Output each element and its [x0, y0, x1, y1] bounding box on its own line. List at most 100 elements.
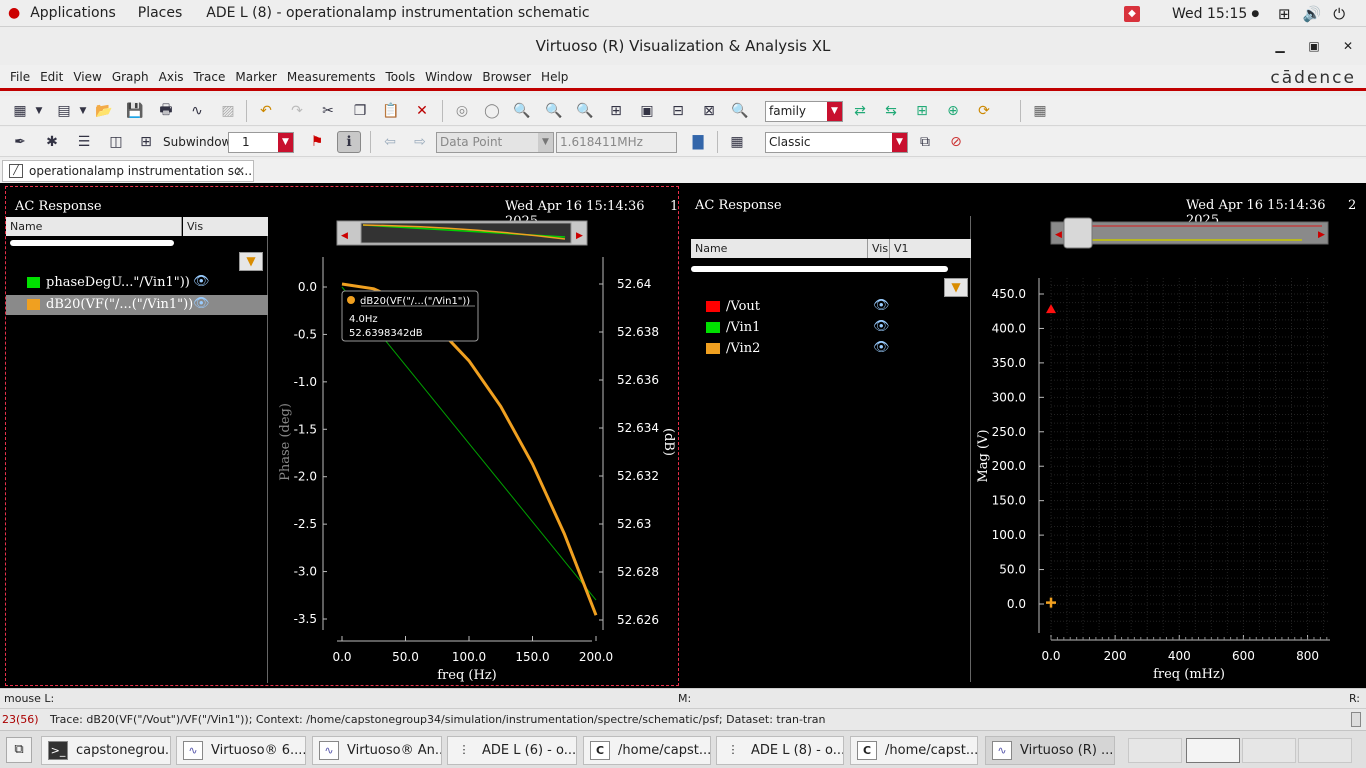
delete-icon[interactable]: ✕: [410, 100, 434, 122]
info-icon[interactable]: ℹ: [337, 131, 361, 153]
volume-icon[interactable]: 🔊: [1303, 5, 1322, 23]
workspace-2[interactable]: [1186, 738, 1240, 763]
calculator-disabled-icon[interactable]: ▨: [216, 100, 240, 122]
tab-schematic[interactable]: ╱ operationalamp instrumentation sc... ✕: [2, 160, 254, 182]
subwindow-icon[interactable]: ▤: [52, 100, 76, 122]
copy-icon[interactable]: ❐: [348, 100, 372, 122]
marker-next-icon[interactable]: ⇨: [408, 131, 432, 153]
legend-row[interactable]: /Vout 👁: [686, 297, 971, 317]
marker-prev-icon[interactable]: ⇦: [378, 131, 402, 153]
family-chart-icon[interactable]: ⊞: [910, 100, 934, 122]
style-apply-icon[interactable]: ⧉: [913, 131, 937, 153]
menu-browser[interactable]: Browser: [482, 70, 531, 84]
menu-axis[interactable]: Axis: [159, 70, 184, 84]
zoom-box-icon[interactable]: ▣: [635, 100, 659, 122]
close-window-button[interactable]: ✕: [1335, 27, 1361, 65]
zoom-fit-icon[interactable]: ◯: [480, 100, 504, 122]
marker-tooltip[interactable]: dB20(VF("/...("/Vin1")) 4.0Hz 52.6398342…: [341, 290, 479, 342]
visible-eye-icon[interactable]: 👁: [193, 274, 210, 289]
pointer-icon[interactable]: ✒: [8, 131, 32, 153]
strip-icon[interactable]: ✱: [40, 131, 64, 153]
legend-header-vis[interactable]: Vis: [183, 217, 268, 236]
network-icon[interactable]: ⊞: [1278, 5, 1291, 23]
marker-value-field[interactable]: 1.618411MHz: [556, 132, 677, 153]
legend-header-vis[interactable]: Vis: [868, 239, 890, 258]
legend-header-v1[interactable]: V1: [890, 239, 971, 258]
zoom-xy-icon[interactable]: ⊠: [697, 100, 721, 122]
graph-1[interactable]: ◀ ▶ 0.0 -0.5 -1.0 -1.5 -2.0 -2.5 -3.0 -3.5 52.64…: [269, 217, 679, 687]
menu-measurements[interactable]: Measurements: [287, 70, 376, 84]
save-icon[interactable]: 💾: [123, 100, 147, 122]
bar-chart-icon[interactable]: ▇: [686, 131, 710, 153]
subwindow-grid-icon[interactable]: ⊞: [134, 131, 158, 153]
menu-tools[interactable]: Tools: [386, 70, 416, 84]
menu-marker[interactable]: Marker: [235, 70, 276, 84]
task-ade-l-8[interactable]: ⋮ ADE L (8) - o...: [716, 736, 844, 765]
zoom-disabled-icon[interactable]: 🔍: [728, 100, 752, 122]
open-folder-icon[interactable]: 📂: [92, 100, 116, 122]
subwindow-1[interactable]: AC Response Wed Apr 16 15:14:36 2025 1 N…: [5, 186, 679, 686]
workspace-3[interactable]: [1242, 738, 1296, 763]
visible-eye-icon[interactable]: 👁: [193, 296, 210, 311]
family-select[interactable]: family ▼: [765, 101, 843, 122]
menu-edit[interactable]: Edit: [40, 70, 63, 84]
calculator-icon[interactable]: ▦: [725, 131, 749, 153]
redo-icon[interactable]: ↷: [285, 100, 309, 122]
overview-slider[interactable]: ◀ ▶: [336, 220, 588, 246]
split-icon[interactable]: ◫: [104, 131, 128, 153]
cut-icon[interactable]: ✂: [316, 100, 340, 122]
marker-mode-select[interactable]: Data Point ▼: [436, 132, 554, 153]
tab-close-icon[interactable]: ✕: [235, 161, 245, 181]
legend-header-name[interactable]: Name: [691, 239, 868, 258]
slider-right-icon[interactable]: ▶: [1318, 230, 1325, 240]
stack-icon[interactable]: ☰: [72, 131, 96, 153]
style-select[interactable]: Classic ▼: [765, 132, 908, 153]
minimize-button[interactable]: ▁: [1267, 27, 1293, 65]
visible-eye-icon[interactable]: 👁: [873, 340, 890, 355]
overview-slider[interactable]: ◀ ▶: [1050, 217, 1329, 249]
places-menu[interactable]: Places: [138, 5, 183, 21]
power-icon[interactable]: ⏻: [1333, 5, 1345, 23]
visible-eye-icon[interactable]: 👁: [873, 319, 890, 334]
task-terminal[interactable]: >_ capstonegrou...: [41, 736, 171, 765]
legend-row-selected[interactable]: dB20(VF("/...("/Vin1")) 👁: [6, 295, 268, 315]
task-home-1[interactable]: C/home/capst...: [583, 736, 711, 765]
task-virtuoso-6[interactable]: ∿ Virtuoso® 6....: [176, 736, 306, 765]
menu-view[interactable]: View: [73, 70, 101, 84]
visible-eye-icon[interactable]: 👁: [873, 298, 890, 313]
legend-header-name[interactable]: Name: [6, 217, 182, 236]
zoom-out-icon[interactable]: 🔍: [573, 100, 597, 122]
print-icon[interactable]: 🖶: [154, 100, 178, 122]
message-scrollbar[interactable]: [1351, 712, 1361, 727]
waveform-icon[interactable]: ∿: [185, 100, 209, 122]
menu-graph[interactable]: Graph: [112, 70, 149, 84]
filter-icon[interactable]: ▼: [944, 278, 968, 297]
family-plot-icon[interactable]: ⇄: [848, 100, 872, 122]
legend-filter-bar[interactable]: [10, 240, 174, 246]
subwindow-dropdown-icon[interactable]: ▼: [76, 100, 90, 122]
flag-icon[interactable]: ⚑: [305, 131, 329, 153]
zoom-y-icon[interactable]: ⊟: [666, 100, 690, 122]
subwindow-select[interactable]: 1 ▼: [228, 132, 294, 153]
zoom-icon[interactable]: 🔍: [510, 100, 534, 122]
task-virtuoso-an[interactable]: ∿ Virtuoso® An...: [312, 736, 442, 765]
workspace-1[interactable]: [1128, 738, 1182, 763]
menu-trace[interactable]: Trace: [194, 70, 226, 84]
grid-icon[interactable]: ▦: [1028, 100, 1052, 122]
task-virtuoso-r[interactable]: ∿ Virtuoso (R) ...: [985, 736, 1115, 765]
clock[interactable]: Wed 15:15: [1172, 6, 1247, 22]
applications-menu[interactable]: Applications: [30, 5, 116, 21]
style-remove-icon[interactable]: ⊘: [944, 131, 968, 153]
task-home-2[interactable]: C/home/capst...: [850, 736, 978, 765]
menu-window[interactable]: Window: [425, 70, 472, 84]
active-window-label[interactable]: ADE L (8) - operationalamp instrumentati…: [206, 5, 589, 21]
notification-icon[interactable]: ◆: [1124, 5, 1140, 22]
zoom-in-icon[interactable]: 🔍: [542, 100, 566, 122]
zoom-reset-icon[interactable]: ◎: [450, 100, 474, 122]
menu-file[interactable]: File: [10, 70, 30, 84]
graph-2[interactable]: ◀ ▶ 450.0 400.0 350.0 300.0 250.0 200.0 150.0 1…: [972, 216, 1362, 686]
legend-filter-bar[interactable]: [691, 266, 948, 272]
new-window-dropdown-icon[interactable]: ▼: [32, 100, 46, 122]
maximize-button[interactable]: ▣: [1301, 27, 1327, 65]
zoom-x-icon[interactable]: ⊞: [604, 100, 628, 122]
